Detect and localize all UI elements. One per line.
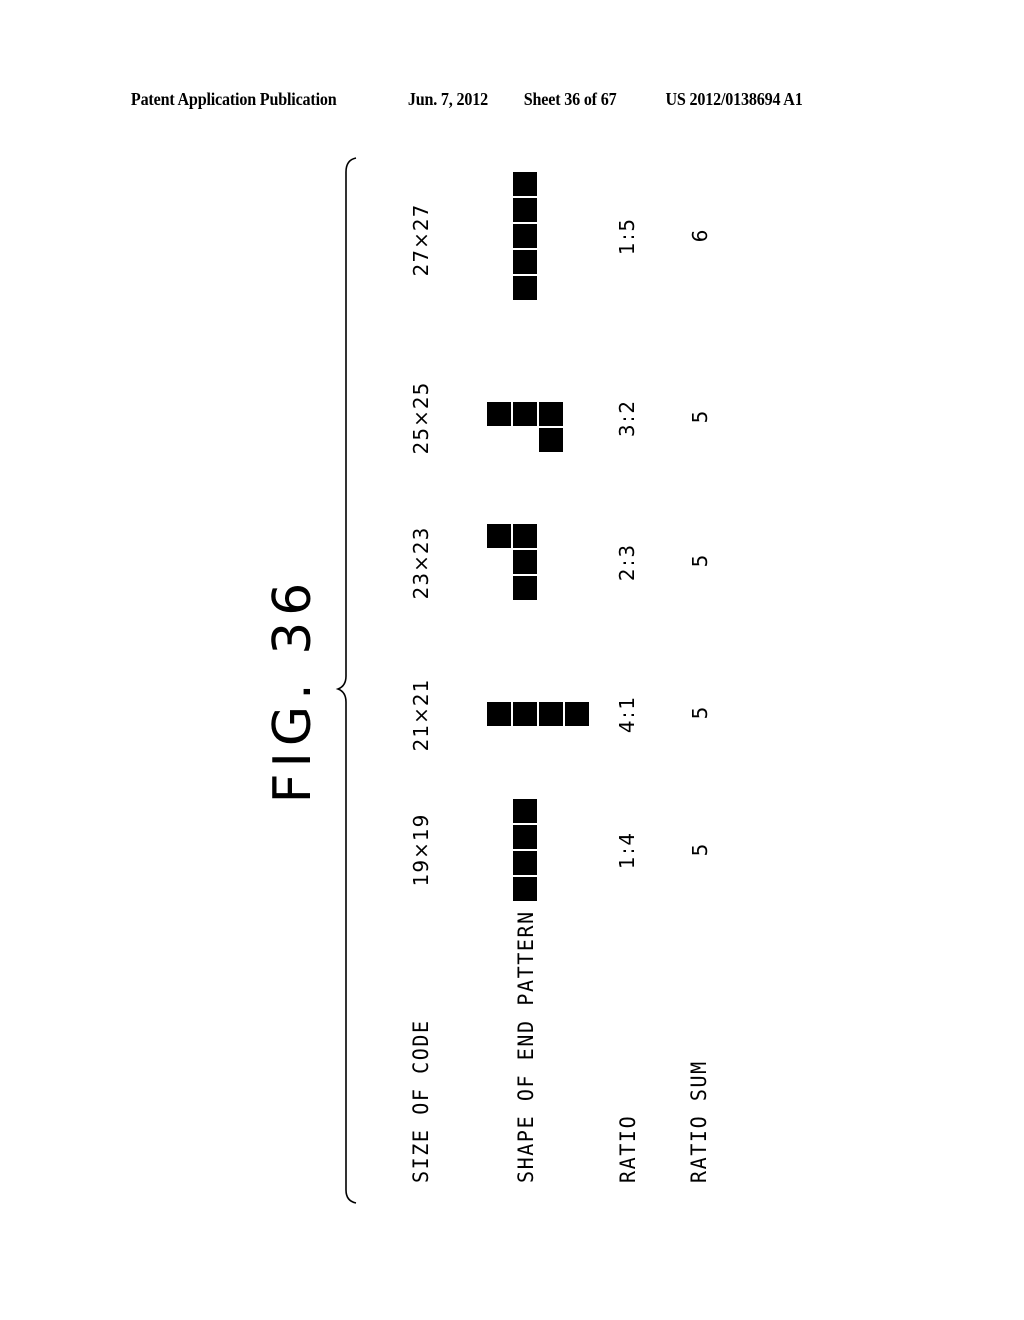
- pattern-module: [513, 224, 537, 248]
- ratio-value: 4:1: [615, 694, 639, 734]
- row-label-ratio-sum: RATIO SUM: [685, 1060, 712, 1183]
- code-size: 27×27: [409, 203, 433, 277]
- pattern-module: [513, 851, 537, 875]
- pattern-module: [513, 550, 537, 574]
- code-size: 19×19: [409, 813, 433, 887]
- row-label-size-of-code: SIZE OF CODE: [407, 1019, 434, 1183]
- pattern-module: [513, 702, 537, 726]
- ratio-sum-value: 5: [688, 410, 712, 424]
- pattern-module: [565, 702, 589, 726]
- pattern-module: [513, 576, 537, 600]
- pattern-module: [513, 402, 537, 426]
- pattern-module: [539, 402, 563, 426]
- pattern-module: [487, 702, 511, 726]
- ratio-sum-value: 5: [688, 554, 712, 568]
- ratio-value: 2:3: [615, 542, 639, 582]
- code-size: 21×21: [409, 678, 433, 752]
- pattern-module: [539, 428, 563, 452]
- pattern-module: [513, 276, 537, 300]
- pattern-module: [487, 524, 511, 548]
- ratio-sum-value: 5: [688, 706, 712, 720]
- pattern-module: [513, 198, 537, 222]
- ratio-value: 3:2: [615, 398, 639, 438]
- brace-path: [335, 157, 357, 1204]
- ratio-value: 1:5: [615, 216, 639, 256]
- ratio-sum-value: 5: [688, 843, 712, 857]
- pattern-module: [513, 250, 537, 274]
- pattern-module: [513, 524, 537, 548]
- pattern-module: [513, 799, 537, 823]
- row-label-ratio: RATIO: [614, 1114, 641, 1183]
- ratio-value: 1:4: [615, 830, 639, 870]
- pattern-module: [539, 702, 563, 726]
- code-size: 25×25: [409, 381, 433, 455]
- pattern-module: [513, 172, 537, 196]
- row-label-shape-of-end-pattern: SHAPE OF END PATTERN: [512, 910, 539, 1183]
- pattern-module: [513, 877, 537, 901]
- pattern-module: [487, 402, 511, 426]
- pattern-module: [513, 825, 537, 849]
- code-size: 23×23: [409, 526, 433, 600]
- ratio-sum-value: 6: [688, 229, 712, 243]
